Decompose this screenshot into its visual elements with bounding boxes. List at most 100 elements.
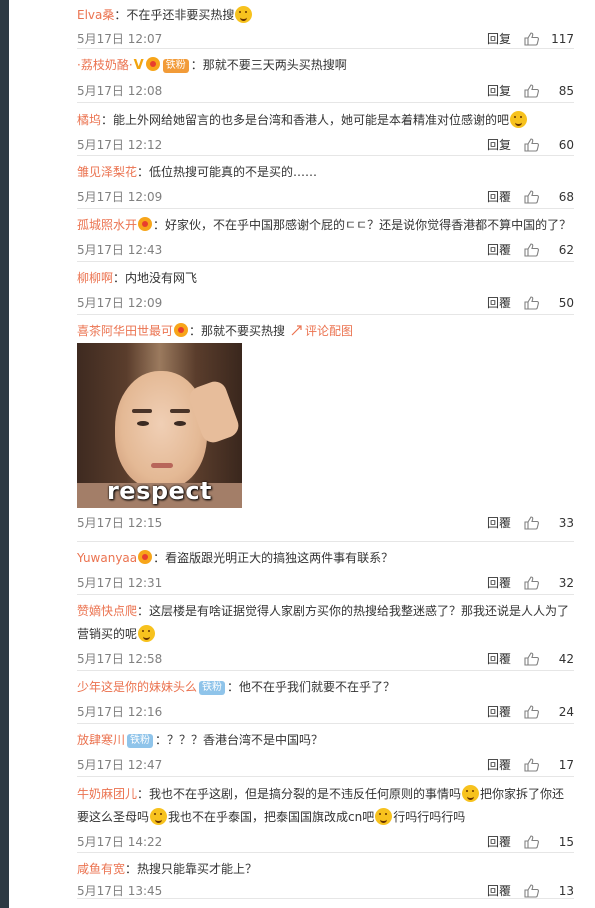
thumbs-up-icon [524, 84, 539, 98]
reply-button[interactable]: 回覆 [487, 880, 511, 902]
fan-level-icon [138, 217, 153, 231]
comment-text: 看盗版跟光明正大的搞独这两件事有联系？ [165, 551, 394, 565]
comment-text: 我也不在乎这剧，但是搞分裂的是不违反任何原则的事情吗 [149, 787, 462, 801]
like-count: 33 [558, 516, 574, 530]
comment-time: 5月17日 12:12 [77, 138, 163, 152]
comment-username[interactable]: 咸鱼有宽 [77, 862, 125, 876]
emoji-icon [375, 808, 393, 825]
thumbs-up-icon [524, 884, 539, 898]
comment-username[interactable]: Yuwanyaa [77, 551, 137, 565]
view-comment-image-link[interactable]: 评论配图 [291, 324, 353, 338]
reply-button[interactable]: 回覆 [487, 831, 511, 853]
like-button[interactable]: 68 [524, 186, 574, 208]
comment-item: ·荔枝奶酪·V 铁粉 ：那就不要三天两头买热搜啊 5月17日 12:08 回复 85 [77, 49, 574, 103]
thumbs-up-icon [524, 138, 539, 152]
comment-text: 低位热搜可能真的不是买的…… [149, 165, 318, 179]
like-button[interactable]: 42 [524, 648, 574, 670]
emoji-icon [510, 111, 528, 128]
reply-button[interactable]: 回覆 [487, 239, 511, 261]
comment-username[interactable]: 喜茶阿华田世最可 [77, 324, 173, 338]
like-button[interactable]: 117 [524, 28, 574, 50]
image-caption: respect [106, 477, 213, 505]
like-button[interactable]: 15 [524, 831, 574, 853]
like-count: 60 [558, 138, 574, 152]
like-button[interactable]: 62 [524, 239, 574, 261]
like-button[interactable]: 13 [524, 880, 574, 902]
comment-text: 好家伙，不在乎中国那感谢个屁的ㄷㄷ？还是说你觉得香港都不算中国的了？ [165, 218, 572, 232]
like-button[interactable]: 24 [524, 701, 574, 723]
thumbs-up-icon [524, 190, 539, 204]
comment-item: 橘坞：能上外网给她留言的也多是台湾和香港人，她可能是本着精准对位感谢的吧 5月1… [77, 103, 574, 156]
fan-badge: 铁粉 [199, 681, 226, 695]
reply-button[interactable]: 回覆 [487, 648, 511, 670]
comment-item: 孤城照水开 ：好家伙，不在乎中国那感谢个屁的ㄷㄷ？还是说你觉得香港都不算中国的了？… [77, 209, 574, 262]
comment-text: 那就不要买热搜 [201, 324, 286, 338]
comment-item: 少年这是你的妹妹头么 铁粉 ：他不在乎我们就要不在乎了？ 5月17日 12:16 回… [77, 671, 574, 724]
reply-button[interactable]: 回复 [487, 28, 511, 50]
comment-time: 5月17日 12:08 [77, 84, 163, 98]
comment-list: Elva桑：不在乎还非要买热搜 5月17日 12:07 回复 117 ·荔枝奶酪… [77, 0, 574, 899]
like-button[interactable]: 17 [524, 754, 574, 776]
comment-item: 牛奶麻团儿：我也不在乎这剧，但是搞分裂的是不违反任何原则的事情吗 把你家拆了你还 … [77, 777, 574, 853]
like-button[interactable]: 32 [524, 572, 574, 594]
comment-username[interactable]: 雏见泽梨花 [77, 165, 137, 179]
comment-time: 5月17日 12:16 [77, 705, 163, 719]
reply-button[interactable]: 回覆 [487, 292, 511, 314]
reply-button[interactable]: 回复 [487, 80, 511, 102]
fan-level-icon [174, 323, 189, 337]
like-count: 117 [551, 32, 574, 46]
verified-v-icon: V [133, 58, 144, 73]
comment-username[interactable]: 放肆寒川 [77, 733, 125, 747]
comment-item: 雏见泽梨花：低位热搜可能真的不是买的…… 5月17日 12:09 回覆 68 [77, 156, 574, 209]
fan-level-icon [145, 57, 160, 71]
thumbs-up-icon [524, 243, 539, 257]
comment-time: 5月17日 13:45 [77, 884, 163, 898]
comment-username[interactable]: Elva桑 [77, 8, 114, 22]
thumbs-up-icon [524, 705, 539, 719]
emoji-icon [138, 625, 156, 642]
comment-image[interactable]: respect [77, 343, 242, 508]
reply-button[interactable]: 回覆 [487, 754, 511, 776]
like-count: 68 [558, 190, 574, 204]
reply-button[interactable]: 回覆 [487, 572, 511, 594]
comment-username[interactable]: 柳柳啊 [77, 271, 113, 285]
comment-text: 那就不要三天两头买热搜啊 [202, 58, 347, 72]
reply-button[interactable]: 回覆 [487, 512, 511, 534]
thumbs-up-icon [524, 32, 539, 46]
comment-item: Yuwanyaa ：看盗版跟光明正大的搞独这两件事有联系？ 5月17日 12:31… [77, 542, 574, 595]
comment-username[interactable]: ·荔枝奶酪· [77, 58, 133, 72]
thumbs-up-icon [524, 516, 539, 530]
like-count: 15 [558, 835, 574, 849]
thumbs-up-icon [524, 296, 539, 310]
comment-username[interactable]: 赞嫡快点爬 [77, 604, 137, 618]
reply-button[interactable]: 回覆 [487, 701, 511, 723]
comment-username[interactable]: 孤城照水开 [77, 218, 137, 232]
fan-badge: 铁粉 [127, 734, 154, 748]
comment-item: 喜茶阿华田世最可 ：那就不要买热搜 评论配图 respect 5月17日 12:15… [77, 315, 574, 542]
comment-item: 柳柳啊：内地没有网飞 5月17日 12:09 回覆 50 [77, 262, 574, 315]
like-button[interactable]: 33 [524, 512, 574, 534]
comment-username[interactable]: 少年这是你的妹妹头么 [77, 680, 197, 694]
reply-button[interactable]: 回复 [487, 134, 511, 156]
reply-button[interactable]: 回覆 [487, 186, 511, 208]
comment-time: 5月17日 14:22 [77, 835, 163, 849]
like-count: 62 [558, 243, 574, 257]
comment-item: 放肆寒川 铁粉 ：？？？香港台湾不是中国吗？ 5月17日 12:47 回覆 17 [77, 724, 574, 777]
like-count: 42 [558, 652, 574, 666]
comment-time: 5月17日 12:07 [77, 32, 163, 46]
like-button[interactable]: 60 [524, 134, 574, 156]
comment-username[interactable]: 牛奶麻团儿 [77, 787, 137, 801]
comment-time: 5月17日 12:15 [77, 516, 163, 530]
like-button[interactable]: 85 [524, 80, 574, 102]
comment-text: 这层楼是有啥证据觉得人家剧方买你的热搜给我整迷惑了？那我还说是人人为了 [149, 604, 570, 618]
thumbs-up-icon [524, 652, 539, 666]
like-count: 85 [558, 84, 574, 98]
fan-level-icon [138, 550, 153, 564]
like-button[interactable]: 50 [524, 292, 574, 314]
comment-username[interactable]: 橘坞 [77, 113, 101, 127]
comment-text: 能上外网给她留言的也多是台湾和香港人，她可能是本着精准对位感谢的吧 [113, 113, 510, 127]
comment-text-continued: 营销买的呢 [77, 627, 138, 641]
fan-badge: 铁粉 [162, 59, 189, 73]
comment-time: 5月17日 12:58 [77, 652, 163, 666]
emoji-icon [235, 6, 253, 23]
